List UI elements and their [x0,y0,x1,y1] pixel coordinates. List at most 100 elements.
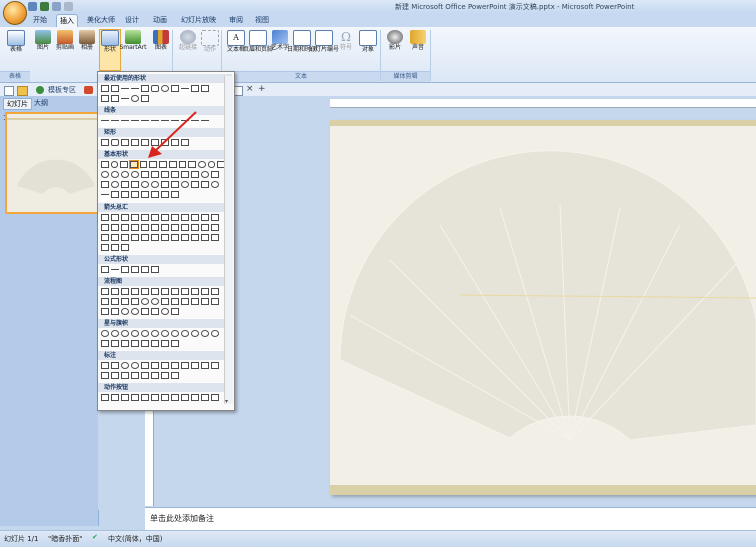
shape-callout[interactable] [141,372,149,379]
shape-flow[interactable] [121,298,129,305]
shape-star[interactable] [161,330,169,337]
ppt-icon[interactable] [84,86,93,94]
shape-callout[interactable] [101,362,109,369]
shape-basic[interactable] [161,171,169,178]
dropdown-scrollbar[interactable] [224,76,233,404]
shape-flow[interactable] [181,298,189,305]
shape-callout[interactable] [201,362,209,369]
shape-flow[interactable] [141,298,149,305]
shape-arrow[interactable] [121,214,129,221]
shape-flow[interactable] [171,288,179,295]
shape-basic[interactable] [121,171,129,178]
template-zone-link[interactable]: 模板专区 [48,85,76,95]
shape-banner[interactable] [111,340,119,347]
shape-arrow[interactable] [111,214,119,221]
shape-arrow[interactable] [181,224,189,231]
shape-star[interactable] [211,330,219,337]
shape-flow[interactable] [141,308,149,315]
shape-action-button[interactable] [161,394,169,401]
shape-callout[interactable] [131,372,139,379]
shape-banner[interactable] [131,340,139,347]
shape-textbox[interactable] [101,85,109,92]
shape-misc[interactable] [121,98,129,105]
shape-basic[interactable] [201,181,209,188]
shape-basic[interactable] [211,181,219,188]
smartart-button[interactable]: SmartArt [119,30,147,51]
shape-arrow[interactable] [171,234,179,241]
shape-banner[interactable] [161,340,169,347]
shape-arrow[interactable] [141,234,149,241]
shape-not-equal[interactable] [151,266,159,273]
shape-star[interactable] [111,330,119,337]
shape-textbox[interactable] [101,161,109,168]
shape-line[interactable] [101,120,109,127]
shape-rounded-rect[interactable] [151,85,159,92]
shape-arrow[interactable] [121,224,129,231]
shape-arrow[interactable] [211,224,219,231]
shape-callout[interactable] [151,372,159,379]
shape-callout[interactable] [181,362,189,369]
shape-basic[interactable] [131,181,139,188]
shape-snip-rect-2[interactable] [131,139,139,146]
tab-outline[interactable]: 大纲 [31,98,51,108]
shape-action-button[interactable] [111,394,119,401]
shape-basic[interactable] [171,181,179,188]
shape-star[interactable] [121,330,129,337]
shape-basic[interactable] [191,171,199,178]
shape-flow[interactable] [151,308,159,315]
shape-multiply[interactable] [121,266,129,273]
shape-callout[interactable] [101,372,109,379]
shape-flow[interactable] [151,288,159,295]
shape-arrow[interactable] [151,214,159,221]
shape-arrow[interactable] [131,214,139,221]
shape-cube[interactable] [120,161,129,168]
shape-oval[interactable] [161,85,169,92]
shape-arrow[interactable] [181,234,189,241]
shape-arrow[interactable] [201,224,209,231]
new-doc-icon[interactable] [4,86,14,96]
shape-basic[interactable] [201,171,209,178]
shape-action-button[interactable] [191,394,199,401]
shape-arrow[interactable] [131,234,139,241]
shape-flow[interactable] [191,288,199,295]
tab-view[interactable]: 视图 [252,14,272,26]
shape-arrow-right[interactable] [191,85,199,92]
shape-action-button[interactable] [141,394,149,401]
close-doc-icon[interactable]: × [246,84,254,94]
shape-decagon[interactable] [207,161,216,168]
shape-star[interactable] [101,330,109,337]
shape-callout[interactable] [161,372,169,379]
shape-misc[interactable] [111,95,119,102]
shape-arrow[interactable] [191,234,199,241]
slide-canvas[interactable] [330,120,756,495]
shape-snip-rect[interactable] [121,139,129,146]
shape-basic[interactable] [211,171,219,178]
shape-star[interactable] [141,330,149,337]
shape-flow[interactable] [181,288,189,295]
shape-flow[interactable] [161,308,169,315]
object-button[interactable]: 对象 [358,30,378,53]
shape-callout[interactable] [111,372,119,379]
office-button[interactable] [3,1,27,25]
shape-rounded-rect[interactable] [111,139,119,146]
shape-flow[interactable] [111,288,119,295]
save-icon[interactable] [28,2,37,11]
shape-arrow[interactable] [151,224,159,231]
shape-arrow[interactable] [171,224,179,231]
shape-basic[interactable] [181,171,189,178]
shape-basic[interactable] [191,181,199,188]
shape-action-button[interactable] [201,394,209,401]
shape-flow[interactable] [171,298,179,305]
shape-flow[interactable] [121,308,129,315]
shape-flow[interactable] [161,298,169,305]
shape-star[interactable] [191,330,199,337]
shape-arrow[interactable] [181,214,189,221]
shape-arrow[interactable] [111,234,119,241]
shape-arrow[interactable] [161,224,169,231]
shape-arrow-down[interactable] [201,85,209,92]
shape-basic[interactable] [131,171,139,178]
shape-flow[interactable] [101,308,109,315]
shape-flow[interactable] [131,288,139,295]
shape-arrow[interactable] [151,234,159,241]
shape-flow[interactable] [101,298,109,305]
